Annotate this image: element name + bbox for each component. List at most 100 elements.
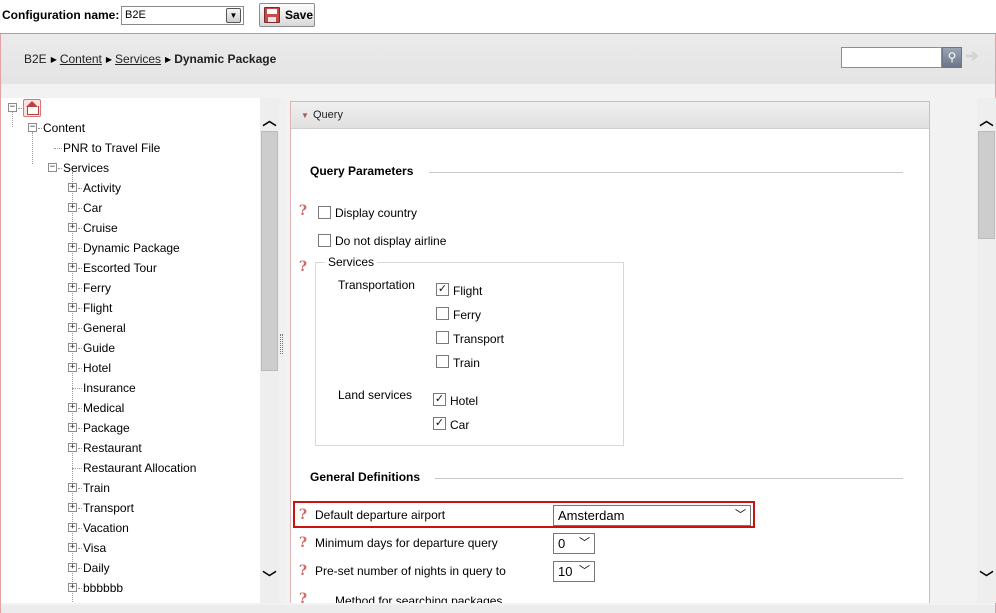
- question-icon[interactable]: ?: [298, 591, 308, 603]
- tree-item-dynamic-package[interactable]: + Dynamic Package: [67, 239, 217, 257]
- tree-item-restaurant-allocation[interactable]: Restaurant Allocation: [67, 459, 247, 477]
- tree-item-escorted-tour[interactable]: + Escorted Tour: [67, 259, 217, 277]
- expand-icon[interactable]: +: [68, 363, 77, 372]
- hotel-checkbox[interactable]: ✓: [433, 393, 446, 406]
- chevron-up-icon[interactable]: ︿: [260, 110, 279, 130]
- search-icon[interactable]: ⚲: [942, 47, 962, 68]
- tree-item-vacation[interactable]: + Vacation: [67, 519, 217, 537]
- question-icon[interactable]: ?: [298, 535, 308, 551]
- config-name-select[interactable]: B2E ▼: [121, 6, 244, 25]
- tree-scrollbar[interactable]: ︿ ﹀: [260, 98, 279, 603]
- tree-item-content[interactable]: − Content: [27, 119, 147, 137]
- tree-item-label: Activity: [83, 181, 122, 195]
- chevron-up-icon[interactable]: ︿: [977, 110, 996, 130]
- tree-item-services[interactable]: − Services: [47, 159, 167, 177]
- breadcrumb-link-services[interactable]: Services: [115, 52, 161, 66]
- arrow-right-icon[interactable]: ➔: [962, 47, 982, 68]
- car-checkbox[interactable]: ✓: [433, 417, 446, 430]
- tree-item-bbbbbb[interactable]: + bbbbbb: [67, 579, 217, 597]
- expand-icon[interactable]: +: [68, 563, 77, 572]
- tree-item-ferry[interactable]: + Ferry: [67, 279, 217, 297]
- tree-item-insurance[interactable]: Insurance: [67, 379, 217, 397]
- train-label: Train: [453, 356, 480, 370]
- config-name-value: B2E: [125, 9, 146, 21]
- tree-item-visa[interactable]: + Visa: [67, 539, 217, 557]
- expand-icon[interactable]: +: [68, 323, 77, 332]
- expand-icon[interactable]: +: [68, 423, 77, 432]
- ferry-checkbox[interactable]: [436, 307, 449, 320]
- expand-icon[interactable]: +: [68, 263, 77, 272]
- breadcrumb-link-content[interactable]: Content: [60, 52, 102, 66]
- expand-icon[interactable]: +: [68, 503, 77, 512]
- content-scrollbar-thumb[interactable]: [978, 131, 995, 239]
- tree-item-flight[interactable]: + Flight: [67, 299, 217, 317]
- expand-icon[interactable]: +: [68, 443, 77, 452]
- chevron-down-icon[interactable]: ▼: [226, 8, 241, 23]
- save-button[interactable]: Save: [259, 3, 315, 27]
- no-airline-checkbox[interactable]: [318, 234, 331, 247]
- tree-item-general[interactable]: + General: [67, 319, 217, 337]
- home-icon[interactable]: [23, 99, 41, 117]
- tree-item-hotel[interactable]: + Hotel: [67, 359, 217, 377]
- question-icon[interactable]: ?: [298, 259, 308, 275]
- tree-item-daily[interactable]: + Daily: [67, 559, 217, 577]
- display-country-checkbox[interactable]: [318, 206, 331, 219]
- departure-airport-label: Default departure airport: [315, 508, 446, 522]
- question-icon[interactable]: ?: [298, 203, 308, 219]
- tree-item-label: Dynamic Package: [83, 241, 180, 255]
- tree-item-restaurant[interactable]: + Restaurant: [67, 439, 217, 457]
- config-name-label: Configuration name:: [2, 8, 120, 22]
- main-frame: B2E ▶ Content ▶ Services ▶ Dynamic Package ⚲ ➔…: [0, 33, 996, 613]
- expand-icon[interactable]: +: [68, 283, 77, 292]
- collapse-icon[interactable]: −: [48, 163, 57, 172]
- tree-item-cruise[interactable]: + Cruise: [67, 219, 217, 237]
- expand-icon[interactable]: +: [68, 343, 77, 352]
- chevron-down-icon[interactable]: ﹀: [977, 568, 996, 588]
- chevron-down-icon: ﹀: [579, 537, 590, 549]
- tree-item-activity[interactable]: + Activity: [67, 179, 217, 197]
- expand-icon[interactable]: +: [68, 243, 77, 252]
- tree-item-car[interactable]: + Car: [67, 199, 217, 217]
- question-icon[interactable]: ?: [298, 507, 308, 523]
- expand-icon[interactable]: +: [68, 203, 77, 212]
- tree-item-package[interactable]: + Package: [67, 419, 217, 437]
- search-input[interactable]: [841, 47, 942, 68]
- expand-icon[interactable]: +: [68, 183, 77, 192]
- train-checkbox[interactable]: [436, 355, 449, 368]
- chevron-down-icon[interactable]: ﹀: [260, 568, 279, 588]
- min-days-select[interactable]: 0 ﹀: [553, 533, 595, 554]
- transport-checkbox[interactable]: [436, 331, 449, 344]
- flight-checkbox[interactable]: ✓: [436, 283, 449, 296]
- tree-item-guide[interactable]: + Guide: [67, 339, 217, 357]
- expand-icon[interactable]: +: [68, 483, 77, 492]
- content-scrollbar[interactable]: ︿ ﹀: [977, 98, 996, 603]
- expand-icon[interactable]: +: [68, 223, 77, 232]
- tree-scrollbar-thumb[interactable]: [261, 131, 278, 371]
- tree-item-label: General: [83, 321, 126, 335]
- departure-airport-select[interactable]: Amsterdam ﹀: [553, 505, 751, 526]
- expand-icon[interactable]: +: [68, 303, 77, 312]
- nights-label: Pre-set number of nights in query to: [315, 564, 506, 578]
- tree-item-label: Package: [83, 421, 130, 435]
- pane-splitter[interactable]: [279, 98, 285, 603]
- collapse-icon[interactable]: −: [8, 103, 17, 112]
- expand-icon[interactable]: +: [68, 523, 77, 532]
- tree-item-train[interactable]: + Train: [67, 479, 217, 497]
- save-button-label: Save: [285, 8, 314, 22]
- tree-item-pnr[interactable]: PNR to Travel File: [51, 139, 181, 157]
- tree-root[interactable]: −: [7, 99, 47, 117]
- expand-icon[interactable]: +: [68, 403, 77, 412]
- expand-icon[interactable]: +: [68, 543, 77, 552]
- collapse-icon[interactable]: −: [28, 123, 37, 132]
- triangle-right-icon: ▶: [50, 55, 57, 64]
- question-icon[interactable]: ?: [298, 563, 308, 579]
- departure-airport-value: Amsterdam: [558, 508, 625, 523]
- tree-item-transport[interactable]: + Transport: [67, 499, 217, 517]
- nights-select[interactable]: 10 ﹀: [553, 561, 595, 582]
- query-section-header[interactable]: ▼ Query: [291, 102, 929, 129]
- expand-icon[interactable]: +: [68, 583, 77, 592]
- tree-item-label: Ferry: [83, 281, 111, 295]
- tree-item-medical[interactable]: + Medical: [67, 399, 217, 417]
- chevron-down-icon: ﹀: [579, 565, 590, 577]
- min-days-value: 0: [558, 536, 566, 551]
